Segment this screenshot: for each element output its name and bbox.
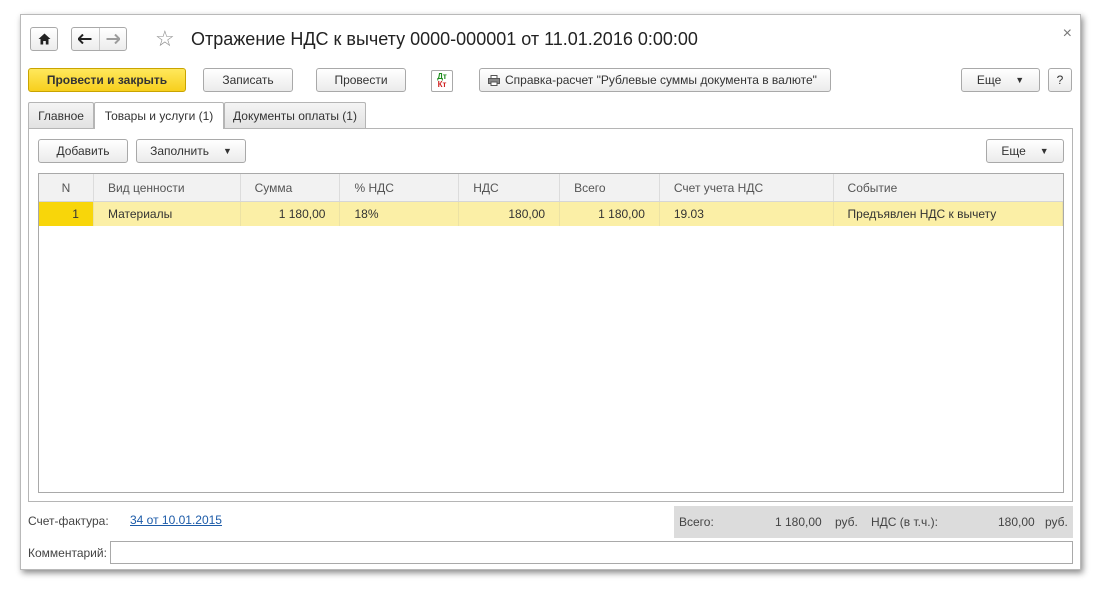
more-label: Еще <box>976 73 1002 87</box>
arrow-left-icon <box>78 34 92 44</box>
column-header-sum[interactable]: Сумма <box>241 174 341 201</box>
invoice-label: Счет-фактура: <box>28 514 109 528</box>
column-header-vat-rate[interactable]: % НДС <box>340 174 460 201</box>
forward-button[interactable] <box>98 28 126 50</box>
home-button[interactable] <box>30 27 58 51</box>
close-icon[interactable]: × <box>1063 25 1072 43</box>
cell-event: Предъявлен НДС к вычету <box>834 202 1064 226</box>
back-button[interactable] <box>72 28 99 50</box>
save-button[interactable]: Записать <box>203 68 293 92</box>
cell-total: 1 180,00 <box>560 202 660 226</box>
cell-type: Материалы <box>94 202 241 226</box>
table-more-button[interactable]: Еще ▼ <box>986 139 1064 163</box>
total-currency: руб. <box>835 515 858 529</box>
arrow-right-icon <box>106 34 120 44</box>
report-button[interactable]: Справка-расчет "Рублевые суммы документа… <box>479 68 831 92</box>
document-window: ☆ Отражение НДС к вычету 0000-000001 от … <box>20 14 1081 570</box>
comment-label: Комментарий: <box>28 546 107 560</box>
cell-sum: 1 180,00 <box>241 202 341 226</box>
dt-kt-icon[interactable]: Дт Кт <box>431 70 453 92</box>
cell-n: 1 <box>39 202 94 226</box>
cell-vat-rate: 18% <box>340 202 460 226</box>
kt-label: Кт <box>437 80 447 89</box>
tab-goods-services[interactable]: Товары и услуги (1) <box>94 102 224 129</box>
tab-panel: Добавить Заполнить ▼ Еще ▼ N Вид ценност… <box>28 128 1073 502</box>
total-label: Всего: <box>679 515 714 529</box>
column-header-vat[interactable]: НДС <box>459 174 561 201</box>
column-header-type[interactable]: Вид ценности <box>94 174 241 201</box>
column-header-n[interactable]: N <box>39 174 94 201</box>
table-row[interactable]: 1 Материалы 1 180,00 18% 180,00 1 180,00… <box>39 202 1064 226</box>
chevron-down-icon: ▼ <box>223 146 232 156</box>
add-button[interactable]: Добавить <box>38 139 128 163</box>
chevron-down-icon: ▼ <box>1015 75 1025 85</box>
goods-table[interactable]: N Вид ценности Сумма % НДС НДС Всего Сче… <box>38 173 1064 493</box>
report-label: Справка-расчет "Рублевые суммы документа… <box>505 73 817 87</box>
more-button[interactable]: Еще ▼ <box>961 68 1040 92</box>
table-header: N Вид ценности Сумма % НДС НДС Всего Сче… <box>39 174 1063 202</box>
post-button[interactable]: Провести <box>316 68 406 92</box>
invoice-link[interactable]: 34 от 10.01.2015 <box>130 513 222 527</box>
vat-value: 180,00 <box>998 515 1035 529</box>
page-title: Отражение НДС к вычету 0000-000001 от 11… <box>191 29 698 49</box>
column-header-event[interactable]: Событие <box>834 174 1063 201</box>
comment-field[interactable] <box>110 541 1073 564</box>
help-button[interactable]: ? <box>1048 68 1072 92</box>
chevron-down-icon: ▼ <box>1039 146 1049 156</box>
history-nav <box>71 27 127 51</box>
star-icon[interactable]: ☆ <box>155 27 175 51</box>
vat-currency: руб. <box>1045 515 1068 529</box>
cell-vat: 180,00 <box>459 202 561 226</box>
table-more-label: Еще <box>1001 144 1026 158</box>
tab-main[interactable]: Главное <box>28 102 94 128</box>
home-icon <box>38 33 50 45</box>
cell-vat-account: 19.03 <box>660 202 834 226</box>
vat-label: НДС (в т.ч.): <box>871 515 938 529</box>
column-header-total[interactable]: Всего <box>560 174 660 201</box>
fill-label: Заполнить <box>150 144 209 158</box>
post-and-close-button[interactable]: Провести и закрыть <box>28 68 186 92</box>
printer-icon <box>488 74 500 86</box>
column-header-vat-account[interactable]: Счет учета НДС <box>660 174 834 201</box>
total-value: 1 180,00 <box>775 515 822 529</box>
tab-payment-documents[interactable]: Документы оплаты (1) <box>224 102 366 128</box>
fill-button[interactable]: Заполнить ▼ <box>136 139 246 163</box>
totals-panel: Всего: 1 180,00 руб. НДС (в т.ч.): 180,0… <box>674 506 1073 538</box>
